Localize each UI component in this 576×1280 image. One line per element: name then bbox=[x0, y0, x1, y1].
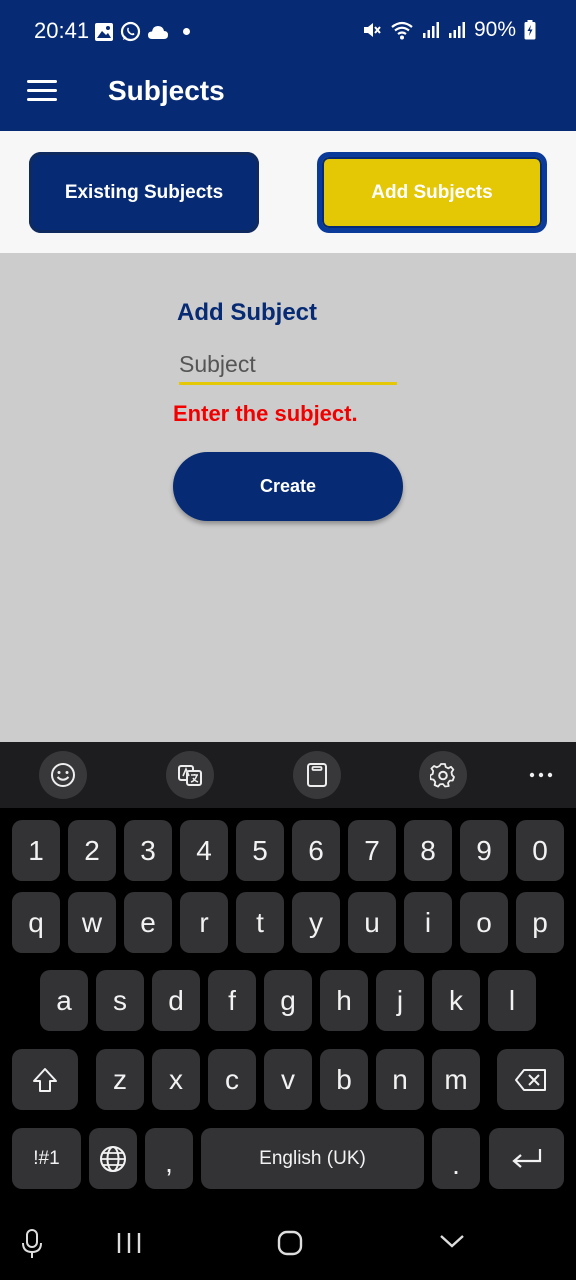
key-2[interactable]: 2 bbox=[68, 820, 116, 881]
key-v[interactable]: v bbox=[264, 1049, 312, 1110]
key-r[interactable]: r bbox=[180, 892, 228, 953]
key-1[interactable]: 1 bbox=[12, 820, 60, 881]
settings-gear-icon[interactable] bbox=[419, 751, 467, 799]
key-z[interactable]: z bbox=[96, 1049, 144, 1110]
key-8[interactable]: 8 bbox=[404, 820, 452, 881]
wifi-icon bbox=[391, 21, 413, 40]
key-5[interactable]: 5 bbox=[236, 820, 284, 881]
hide-keyboard-chevron-down-icon[interactable] bbox=[438, 1232, 466, 1250]
keyboard-toolbar bbox=[0, 742, 576, 808]
home-icon[interactable] bbox=[277, 1230, 303, 1256]
key-6[interactable]: 6 bbox=[292, 820, 340, 881]
navigation-bar bbox=[0, 1210, 576, 1280]
add-subject-form: Add Subject Enter the subject. Create bbox=[0, 253, 576, 742]
key-m[interactable]: m bbox=[432, 1049, 480, 1110]
globe-icon bbox=[100, 1145, 126, 1172]
space-key[interactable]: English (UK) bbox=[201, 1128, 424, 1189]
shift-key[interactable] bbox=[12, 1049, 78, 1110]
key-j[interactable]: j bbox=[376, 970, 424, 1031]
enter-key[interactable] bbox=[489, 1128, 564, 1189]
key-s[interactable]: s bbox=[96, 970, 144, 1031]
battery-charging-icon bbox=[524, 20, 536, 40]
comma-key[interactable]: , bbox=[145, 1128, 193, 1189]
key-9[interactable]: 9 bbox=[460, 820, 508, 881]
existing-subjects-button[interactable]: Existing Subjects bbox=[29, 152, 259, 233]
symbols-key[interactable]: !#1 bbox=[12, 1128, 81, 1189]
clipboard-icon[interactable] bbox=[293, 751, 341, 799]
more-notifications-dot bbox=[183, 28, 190, 35]
page-title: Subjects bbox=[108, 75, 225, 106]
cloud-icon bbox=[148, 25, 168, 39]
whatsapp-icon bbox=[120, 21, 141, 42]
key-w[interactable]: w bbox=[68, 892, 116, 953]
enter-icon bbox=[511, 1148, 541, 1168]
key-i[interactable]: i bbox=[404, 892, 452, 953]
emoji-icon[interactable] bbox=[39, 751, 87, 799]
microphone-icon[interactable] bbox=[20, 1228, 44, 1260]
key-c[interactable]: c bbox=[208, 1049, 256, 1110]
language-key[interactable] bbox=[89, 1128, 137, 1189]
key-x[interactable]: x bbox=[152, 1049, 200, 1110]
key-y[interactable]: y bbox=[292, 892, 340, 953]
key-4[interactable]: 4 bbox=[180, 820, 228, 881]
signal-icon-2 bbox=[448, 22, 465, 38]
translate-icon[interactable] bbox=[166, 751, 214, 799]
system-status: 90% bbox=[362, 18, 536, 42]
mute-icon bbox=[363, 23, 381, 37]
error-message: Enter the subject. bbox=[173, 401, 358, 426]
key-7[interactable]: 7 bbox=[348, 820, 396, 881]
key-u[interactable]: u bbox=[348, 892, 396, 953]
key-b[interactable]: b bbox=[320, 1049, 368, 1110]
key-d[interactable]: d bbox=[152, 970, 200, 1031]
more-options-icon[interactable] bbox=[517, 751, 565, 799]
status-bar: 20:41 90% bbox=[0, 0, 576, 64]
key-t[interactable]: t bbox=[236, 892, 284, 953]
key-l[interactable]: l bbox=[488, 970, 536, 1031]
key-f[interactable]: f bbox=[208, 970, 256, 1031]
key-k[interactable]: k bbox=[432, 970, 480, 1031]
gallery-icon bbox=[95, 22, 113, 41]
key-p[interactable]: p bbox=[516, 892, 564, 953]
form-heading: Add Subject bbox=[177, 299, 318, 326]
app-bar: Subjects bbox=[0, 64, 576, 131]
tabs-area: Existing Subjects Add Subjects bbox=[0, 131, 576, 253]
backspace-icon bbox=[514, 1068, 546, 1091]
notification-icons bbox=[94, 21, 190, 42]
shift-icon bbox=[33, 1067, 57, 1092]
key-a[interactable]: a bbox=[40, 970, 88, 1031]
keyboard: 1 2 3 4 5 6 7 8 9 0 q w e r t y u i o p … bbox=[0, 808, 576, 1210]
subject-input[interactable] bbox=[179, 347, 397, 385]
battery-percent: 90% bbox=[473, 18, 516, 41]
backspace-key[interactable] bbox=[497, 1049, 564, 1110]
create-button[interactable]: Create bbox=[173, 452, 403, 521]
key-q[interactable]: q bbox=[12, 892, 60, 953]
key-o[interactable]: o bbox=[460, 892, 508, 953]
status-time: 20:41 bbox=[34, 18, 90, 43]
recent-apps-icon[interactable] bbox=[116, 1230, 142, 1256]
signal-icon bbox=[422, 22, 439, 38]
key-g[interactable]: g bbox=[264, 970, 312, 1031]
period-key[interactable]: . bbox=[432, 1128, 480, 1189]
add-subjects-button[interactable]: Add Subjects bbox=[317, 152, 547, 233]
key-3[interactable]: 3 bbox=[124, 820, 172, 881]
key-h[interactable]: h bbox=[320, 970, 368, 1031]
hamburger-menu-icon[interactable] bbox=[27, 80, 57, 104]
key-e[interactable]: e bbox=[124, 892, 172, 953]
key-0[interactable]: 0 bbox=[516, 820, 564, 881]
key-n[interactable]: n bbox=[376, 1049, 424, 1110]
